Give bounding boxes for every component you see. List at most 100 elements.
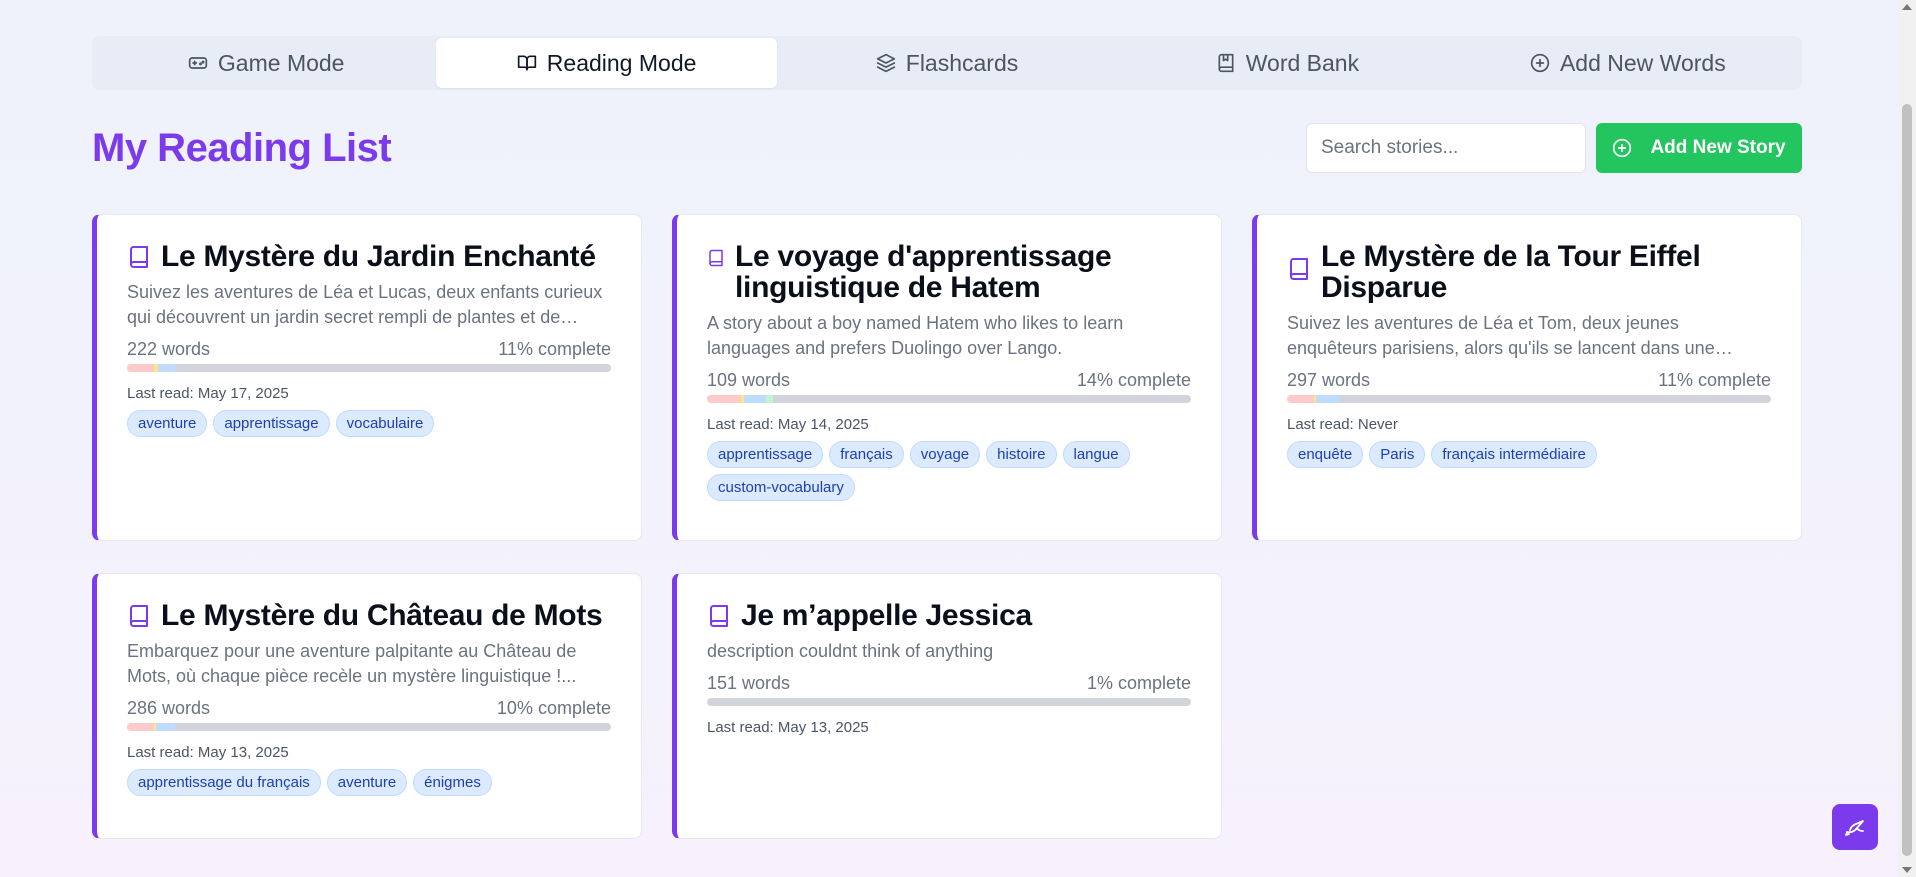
assistant-button[interactable] <box>1832 804 1878 850</box>
progress-segment-green <box>766 395 774 403</box>
plus-circle-icon <box>1530 53 1550 73</box>
word-count: 151 words <box>707 673 791 693</box>
book-open-icon <box>517 55 536 71</box>
book-icon <box>130 246 148 268</box>
tag-list: enquête Paris français intermédiaire <box>1287 441 1771 468</box>
progress-segment-blue <box>1316 395 1341 403</box>
tab-label: Flashcards <box>905 49 1019 76</box>
dove-icon <box>1845 820 1864 836</box>
progress-bar <box>127 723 611 731</box>
completion: 11% complete <box>1658 370 1771 390</box>
tab-add-new-words[interactable]: Add New Words <box>1458 38 1798 88</box>
tag[interactable]: langue <box>1062 441 1130 468</box>
progress-segment-blue <box>156 723 176 731</box>
story-description: A story about a boy named Hatem who like… <box>707 313 1124 358</box>
story-meta: 297 words 11% complete <box>1287 370 1771 391</box>
word-count: 222 words <box>127 339 211 359</box>
story-card[interactable]: Le Mystère du Jardin Enchanté Suivez les… <box>92 214 642 541</box>
tag[interactable]: voyage <box>909 441 981 468</box>
add-new-story-label: Add New Story <box>1650 137 1786 158</box>
story-title: Je m’appelle Jessica <box>707 600 1191 631</box>
tab-word-bank[interactable]: Word Bank <box>1117 38 1457 88</box>
tag[interactable]: vocabulaire <box>335 410 435 437</box>
tag[interactable]: apprentissage <box>707 441 824 468</box>
book-icon <box>710 605 728 627</box>
scrollbar[interactable] <box>1898 0 1916 877</box>
story-card[interactable]: Le Mystère du Château de Mots Embarquez … <box>92 573 642 839</box>
tag[interactable]: histoire <box>986 441 1057 468</box>
last-read: Last read: May 17, 2025 <box>127 385 289 402</box>
scroll-down-arrow[interactable] <box>1902 867 1912 873</box>
book-icon <box>709 249 723 267</box>
last-read: Last read: Never <box>1287 416 1398 433</box>
search-input[interactable] <box>1306 123 1586 173</box>
progress-segment-red <box>707 395 741 403</box>
book-icon <box>130 605 148 627</box>
layers-icon <box>876 53 895 73</box>
completion: 1% complete <box>1086 673 1191 693</box>
word-count: 286 words <box>127 698 211 718</box>
story-title-text: Le Mystère du Château de Mots <box>161 599 603 632</box>
tab-label: Word Bank <box>1245 49 1360 76</box>
story-title-text: Le Mystère du Jardin Enchanté <box>161 240 596 273</box>
tag[interactable]: énigmes <box>413 769 492 796</box>
progress-bar <box>1287 395 1771 403</box>
story-meta: 109 words 14% complete <box>707 370 1191 391</box>
gamepad-icon <box>188 57 208 69</box>
story-description: Embarquez pour une aventure palpitante a… <box>127 641 577 686</box>
story-description: description couldnt think of anything <box>707 641 994 661</box>
story-meta: 286 words 10% complete <box>127 698 611 719</box>
completion: 14% complete <box>1076 370 1191 390</box>
add-new-story-button[interactable]: Add New Story <box>1596 123 1802 173</box>
tab-game-mode[interactable]: Game Mode <box>96 38 436 88</box>
progress-segment-red <box>1287 395 1314 403</box>
tag[interactable]: français intermédiaire <box>1431 441 1597 468</box>
tab-reading-mode[interactable]: Reading Mode <box>436 38 777 88</box>
tag[interactable]: français <box>829 441 904 468</box>
tab-label: Game Mode <box>217 49 345 76</box>
tab-label: Add New Words <box>1559 49 1726 76</box>
bookmark-book-icon <box>1218 53 1234 73</box>
progress-bar <box>707 395 1191 403</box>
tag[interactable]: custom-vocabulary <box>707 474 855 501</box>
word-count: 297 words <box>1287 370 1371 390</box>
tag[interactable]: enquête <box>1287 441 1364 468</box>
word-count: 109 words <box>707 370 791 390</box>
story-meta: 151 words 1% complete <box>707 673 1191 694</box>
tag[interactable]: aventure <box>127 410 208 437</box>
tag[interactable]: apprentissage <box>213 410 330 437</box>
story-card[interactable]: Je m’appelle Jessica description couldnt… <box>672 573 1222 839</box>
progress-bar <box>127 364 611 372</box>
story-card[interactable]: Le voyage d'apprentissage linguistique d… <box>672 214 1222 541</box>
progress-bar <box>707 698 1191 706</box>
book-icon <box>1290 258 1308 280</box>
story-title-text: Le voyage d'apprentissage linguistique d… <box>735 240 1112 304</box>
tag-list: apprentissage français voyage histoire l… <box>707 441 1191 501</box>
tag[interactable]: apprentissage du français <box>127 769 321 796</box>
completion: 11% complete <box>498 339 611 359</box>
scroll-thumb[interactable] <box>1902 104 1912 856</box>
plus-circle-icon <box>1613 138 1632 158</box>
story-title: Le voyage d'apprentissage linguistique d… <box>707 241 1191 303</box>
tab-flashcards[interactable]: Flashcards <box>777 38 1117 88</box>
story-title: Le Mystère du Château de Mots <box>127 600 611 631</box>
last-read: Last read: May 14, 2025 <box>707 416 869 433</box>
story-title-text: Je m’appelle Jessica <box>741 599 1032 632</box>
story-meta: 222 words 11% complete <box>127 339 611 360</box>
progress-segment-blue <box>744 395 767 403</box>
last-read: Last read: May 13, 2025 <box>127 744 289 761</box>
tag[interactable]: aventure <box>326 769 408 796</box>
last-read: Last read: May 13, 2025 <box>707 719 869 736</box>
tab-label: Reading Mode <box>546 49 697 76</box>
story-card[interactable]: Le Mystère de la Tour Eiffel Disparue Su… <box>1252 214 1802 541</box>
progress-segment-red <box>127 723 154 731</box>
scroll-up-arrow[interactable] <box>1902 4 1912 10</box>
story-title: Le Mystère de la Tour Eiffel Disparue <box>1287 241 1771 303</box>
mode-tabs: Game Mode Reading Mode Flashcards Word B… <box>92 36 1802 90</box>
tag[interactable]: Paris <box>1369 441 1426 468</box>
progress-segment-blue <box>158 364 176 372</box>
progress-segment-red <box>127 364 154 372</box>
tag-list: aventure apprentissage vocabulaire <box>127 410 611 437</box>
story-description: Suivez les aventures de Léa et Lucas, de… <box>127 282 603 327</box>
tag-list: apprentissage du français aventure énigm… <box>127 769 611 796</box>
